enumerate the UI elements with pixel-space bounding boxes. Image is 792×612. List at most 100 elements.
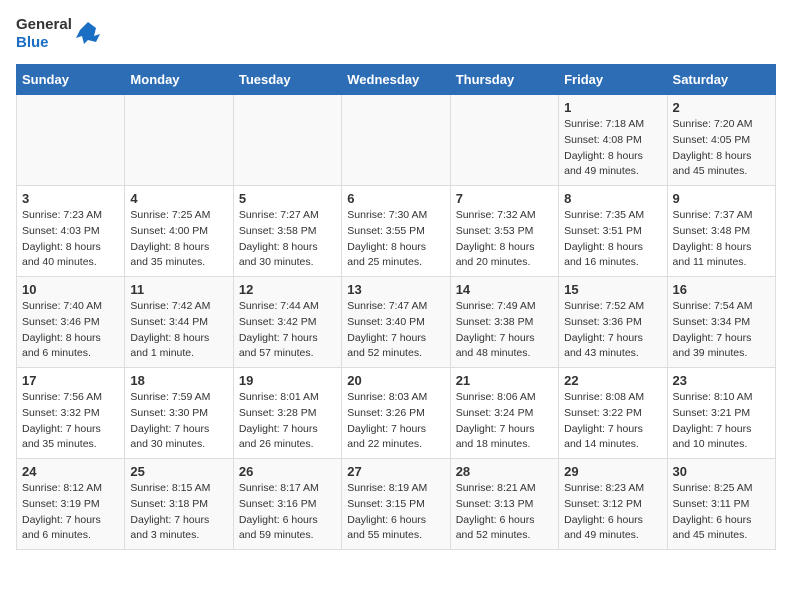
day-info: Sunrise: 8:21 AM Sunset: 3:13 PM Dayligh…	[456, 481, 553, 544]
day-number: 17	[22, 373, 119, 388]
logo-general: General	[16, 16, 72, 34]
day-info: Sunrise: 7:25 AM Sunset: 4:00 PM Dayligh…	[130, 208, 227, 271]
calendar-cell	[450, 95, 558, 186]
day-number: 2	[673, 100, 770, 115]
logo: General Blue	[16, 16, 102, 52]
col-header-sunday: Sunday	[17, 65, 125, 95]
calendar-cell: 17 Sunrise: 7:56 AM Sunset: 3:32 PM Dayli…	[17, 368, 125, 459]
calendar-cell: 7 Sunrise: 7:32 AM Sunset: 3:53 PM Daylig…	[450, 186, 558, 277]
day-info: Sunrise: 7:37 AM Sunset: 3:48 PM Dayligh…	[673, 208, 770, 271]
day-info: Sunrise: 7:54 AM Sunset: 3:34 PM Dayligh…	[673, 299, 770, 362]
calendar-header-row: SundayMondayTuesdayWednesdayThursdayFrid…	[17, 65, 776, 95]
day-number: 27	[347, 464, 444, 479]
calendar-cell	[17, 95, 125, 186]
day-info: Sunrise: 7:18 AM Sunset: 4:08 PM Dayligh…	[564, 117, 661, 180]
week-row-2: 3 Sunrise: 7:23 AM Sunset: 4:03 PM Daylig…	[17, 186, 776, 277]
day-info: Sunrise: 7:35 AM Sunset: 3:51 PM Dayligh…	[564, 208, 661, 271]
calendar-cell: 27 Sunrise: 8:19 AM Sunset: 3:15 PM Dayli…	[342, 459, 450, 550]
calendar-cell: 11 Sunrise: 7:42 AM Sunset: 3:44 PM Dayli…	[125, 277, 233, 368]
calendar-cell: 6 Sunrise: 7:30 AM Sunset: 3:55 PM Daylig…	[342, 186, 450, 277]
day-number: 1	[564, 100, 661, 115]
day-info: Sunrise: 7:42 AM Sunset: 3:44 PM Dayligh…	[130, 299, 227, 362]
day-number: 22	[564, 373, 661, 388]
calendar-cell: 4 Sunrise: 7:25 AM Sunset: 4:00 PM Daylig…	[125, 186, 233, 277]
day-info: Sunrise: 8:10 AM Sunset: 3:21 PM Dayligh…	[673, 390, 770, 453]
day-number: 14	[456, 282, 553, 297]
day-number: 30	[673, 464, 770, 479]
day-info: Sunrise: 7:59 AM Sunset: 3:30 PM Dayligh…	[130, 390, 227, 453]
calendar-cell: 29Sunrise: 8:23 AM Sunset: 3:12 PM Dayli…	[559, 459, 667, 550]
day-info: Sunrise: 8:15 AM Sunset: 3:18 PM Dayligh…	[130, 481, 227, 544]
calendar-cell: 2 Sunrise: 7:20 AM Sunset: 4:05 PM Daylig…	[667, 95, 775, 186]
day-number: 21	[456, 373, 553, 388]
day-info: Sunrise: 7:20 AM Sunset: 4:05 PM Dayligh…	[673, 117, 770, 180]
col-header-thursday: Thursday	[450, 65, 558, 95]
calendar-cell: 5Sunrise: 7:27 AM Sunset: 3:58 PM Daylig…	[233, 186, 341, 277]
day-number: 10	[22, 282, 119, 297]
col-header-saturday: Saturday	[667, 65, 775, 95]
calendar-cell: 23 Sunrise: 8:10 AM Sunset: 3:21 PM Dayli…	[667, 368, 775, 459]
calendar-cell: 25 Sunrise: 8:15 AM Sunset: 3:18 PM Dayli…	[125, 459, 233, 550]
week-row-1: 1 Sunrise: 7:18 AM Sunset: 4:08 PM Daylig…	[17, 95, 776, 186]
day-info: Sunrise: 7:30 AM Sunset: 3:55 PM Dayligh…	[347, 208, 444, 271]
calendar-cell: 9 Sunrise: 7:37 AM Sunset: 3:48 PM Daylig…	[667, 186, 775, 277]
day-info: Sunrise: 8:08 AM Sunset: 3:22 PM Dayligh…	[564, 390, 661, 453]
day-info: Sunrise: 8:19 AM Sunset: 3:15 PM Dayligh…	[347, 481, 444, 544]
day-number: 16	[673, 282, 770, 297]
logo-blue: Blue	[16, 34, 72, 52]
day-info: Sunrise: 7:32 AM Sunset: 3:53 PM Dayligh…	[456, 208, 553, 271]
week-row-4: 17 Sunrise: 7:56 AM Sunset: 3:32 PM Dayli…	[17, 368, 776, 459]
logo-text: General Blue	[16, 16, 72, 52]
day-info: Sunrise: 7:44 AM Sunset: 3:42 PM Dayligh…	[239, 299, 336, 362]
day-info: Sunrise: 7:56 AM Sunset: 3:32 PM Dayligh…	[22, 390, 119, 453]
day-number: 19	[239, 373, 336, 388]
day-number: 6	[347, 191, 444, 206]
calendar-cell: 26 Sunrise: 8:17 AM Sunset: 3:16 PM Dayli…	[233, 459, 341, 550]
col-header-tuesday: Tuesday	[233, 65, 341, 95]
calendar-cell: 30Sunrise: 8:25 AM Sunset: 3:11 PM Dayli…	[667, 459, 775, 550]
day-number: 29	[564, 464, 661, 479]
calendar-cell: 28 Sunrise: 8:21 AM Sunset: 3:13 PM Dayli…	[450, 459, 558, 550]
calendar-cell: 3 Sunrise: 7:23 AM Sunset: 4:03 PM Daylig…	[17, 186, 125, 277]
day-info: Sunrise: 8:17 AM Sunset: 3:16 PM Dayligh…	[239, 481, 336, 544]
day-info: Sunrise: 7:40 AM Sunset: 3:46 PM Dayligh…	[22, 299, 119, 362]
day-number: 9	[673, 191, 770, 206]
logo-container: General Blue	[16, 16, 102, 52]
calendar-cell: 12 Sunrise: 7:44 AM Sunset: 3:42 PM Dayli…	[233, 277, 341, 368]
calendar-table: SundayMondayTuesdayWednesdayThursdayFrid…	[16, 64, 776, 550]
day-number: 25	[130, 464, 227, 479]
calendar-cell: 10 Sunrise: 7:40 AM Sunset: 3:46 PM Dayli…	[17, 277, 125, 368]
day-info: Sunrise: 7:49 AM Sunset: 3:38 PM Dayligh…	[456, 299, 553, 362]
logo-bird-icon	[74, 20, 102, 48]
day-number: 12	[239, 282, 336, 297]
day-info: Sunrise: 8:12 AM Sunset: 3:19 PM Dayligh…	[22, 481, 119, 544]
day-info: Sunrise: 8:01 AM Sunset: 3:28 PM Dayligh…	[239, 390, 336, 453]
calendar-cell: 8Sunrise: 7:35 AM Sunset: 3:51 PM Daylig…	[559, 186, 667, 277]
day-info: Sunrise: 7:23 AM Sunset: 4:03 PM Dayligh…	[22, 208, 119, 271]
day-number: 24	[22, 464, 119, 479]
day-number: 20	[347, 373, 444, 388]
calendar-cell: 13Sunrise: 7:47 AM Sunset: 3:40 PM Dayli…	[342, 277, 450, 368]
week-row-5: 24 Sunrise: 8:12 AM Sunset: 3:19 PM Dayli…	[17, 459, 776, 550]
day-number: 5	[239, 191, 336, 206]
day-info: Sunrise: 8:03 AM Sunset: 3:26 PM Dayligh…	[347, 390, 444, 453]
day-number: 4	[130, 191, 227, 206]
day-number: 13	[347, 282, 444, 297]
day-number: 11	[130, 282, 227, 297]
day-info: Sunrise: 7:52 AM Sunset: 3:36 PM Dayligh…	[564, 299, 661, 362]
calendar-cell: 16 Sunrise: 7:54 AM Sunset: 3:34 PM Dayli…	[667, 277, 775, 368]
day-number: 3	[22, 191, 119, 206]
calendar-cell: 15Sunrise: 7:52 AM Sunset: 3:36 PM Dayli…	[559, 277, 667, 368]
day-number: 26	[239, 464, 336, 479]
day-number: 7	[456, 191, 553, 206]
calendar-cell	[233, 95, 341, 186]
calendar-cell: 22 Sunrise: 8:08 AM Sunset: 3:22 PM Dayli…	[559, 368, 667, 459]
col-header-wednesday: Wednesday	[342, 65, 450, 95]
calendar-cell: 24 Sunrise: 8:12 AM Sunset: 3:19 PM Dayli…	[17, 459, 125, 550]
day-number: 23	[673, 373, 770, 388]
calendar-cell: 1 Sunrise: 7:18 AM Sunset: 4:08 PM Daylig…	[559, 95, 667, 186]
day-info: Sunrise: 8:06 AM Sunset: 3:24 PM Dayligh…	[456, 390, 553, 453]
col-header-monday: Monday	[125, 65, 233, 95]
day-number: 28	[456, 464, 553, 479]
day-number: 18	[130, 373, 227, 388]
